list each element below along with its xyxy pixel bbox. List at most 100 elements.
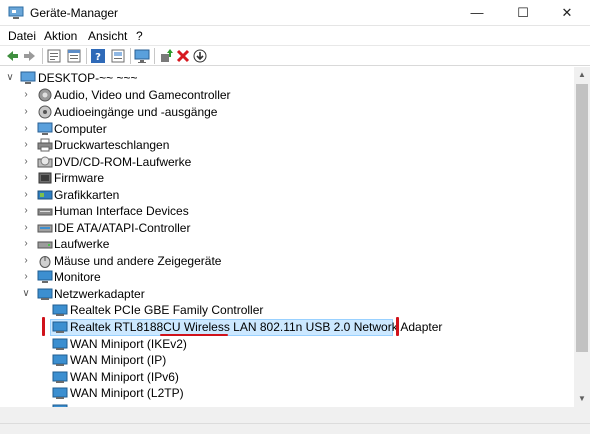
- network-adapter-icon: [37, 288, 53, 300]
- tree-category-network-adapters[interactable]: ∨ Netzwerkadapter: [0, 286, 574, 303]
- speaker-icon: [38, 88, 52, 102]
- tree-category-mice[interactable]: › Mäuse und andere Zeigegeräte: [0, 253, 574, 270]
- scroll-up-icon[interactable]: ▲: [574, 67, 590, 83]
- tree-item-label: WAN Miniport (IP): [70, 353, 167, 367]
- minimize-button[interactable]: —: [454, 0, 500, 26]
- expand-icon[interactable]: ›: [21, 171, 31, 185]
- scroll-corner: [574, 407, 590, 423]
- tree-category-label: Audio, Video und Gamecontroller: [54, 88, 231, 102]
- disk-drive-icon: [37, 241, 53, 249]
- expand-icon[interactable]: ›: [21, 254, 31, 268]
- tree-category-label: Computer: [54, 121, 107, 136]
- tree-category-label: DVD/CD-ROM-Laufwerke: [54, 154, 192, 169]
- scroll-down-icon[interactable]: ▼: [574, 391, 590, 407]
- network-adapter-icon: [52, 304, 68, 316]
- expand-icon[interactable]: ›: [21, 221, 31, 235]
- tree-category-audio-video[interactable]: › Audio, Video und Gamecontroller: [0, 87, 574, 104]
- tree-item-wan-ikev2[interactable]: WAN Miniport (IKEv2): [0, 336, 574, 353]
- vertical-scrollbar[interactable]: ▲ ▼: [574, 67, 590, 407]
- computer-icon: [20, 71, 36, 84]
- toolbar-separator: [154, 48, 155, 64]
- status-bar: [0, 423, 590, 434]
- tree-category-label: Laufwerke: [54, 237, 110, 251]
- tree-category-hid[interactable]: › Human Interface Devices: [0, 203, 574, 220]
- toolbar-separator: [86, 48, 87, 64]
- dvd-drive-icon: [37, 156, 53, 167]
- tree-category-label: Firmware: [54, 171, 104, 185]
- tree-category-print-queues[interactable]: › Druckwarteschlangen: [0, 137, 574, 154]
- expand-icon[interactable]: ›: [21, 138, 31, 152]
- expand-icon[interactable]: ›: [21, 270, 31, 284]
- tree-category-monitors[interactable]: › Monitore: [0, 269, 574, 286]
- expand-icon[interactable]: ›: [21, 188, 31, 202]
- menu-aktion[interactable]: Aktion: [44, 29, 77, 43]
- update-driver-icon[interactable]: [158, 48, 174, 64]
- list-view-icon[interactable]: [66, 48, 82, 64]
- expand-icon[interactable]: ›: [21, 204, 31, 218]
- tree-item-label: WAN Miniport (IKEv2): [70, 336, 187, 351]
- close-button[interactable]: ✕: [544, 0, 590, 26]
- tree-category-drives[interactable]: › Laufwerke: [0, 236, 574, 253]
- menu-help[interactable]: ?: [136, 29, 143, 43]
- annotation-bar-right: [396, 317, 399, 336]
- uninstall-icon[interactable]: [175, 48, 191, 64]
- network-adapter-icon: [52, 338, 68, 350]
- menu-ansicht[interactable]: Ansicht: [88, 29, 127, 43]
- network-adapter-icon: [52, 371, 68, 383]
- expand-icon[interactable]: ›: [21, 237, 31, 251]
- collapse-icon[interactable]: ∨: [21, 287, 31, 301]
- title-bar: Geräte-Manager — ☐ ✕: [0, 0, 590, 26]
- tree-category-firmware[interactable]: › Firmware: [0, 170, 574, 187]
- tree-category-label: Druckwarteschlangen: [54, 138, 170, 152]
- expand-icon[interactable]: ›: [21, 155, 31, 169]
- toolbar-separator: [42, 48, 43, 64]
- tree-root[interactable]: ∨ DESKTOP-~~ ~~~: [0, 70, 574, 87]
- tree-category-computer[interactable]: › Computer: [0, 121, 574, 138]
- scan-hardware-icon[interactable]: [192, 48, 208, 64]
- horizontal-scrollbar[interactable]: [0, 407, 574, 423]
- audio-io-icon: [38, 105, 52, 119]
- menu-bar: Datei Aktion Ansicht ?: [0, 26, 590, 46]
- annotation-bar-left: [42, 317, 45, 336]
- maximize-button[interactable]: ☐: [500, 0, 546, 26]
- scroll-thumb[interactable]: [576, 84, 588, 352]
- tree-item-label: Realtek PCIe GBE Family Controller: [70, 303, 264, 317]
- menu-datei[interactable]: Datei: [8, 29, 36, 43]
- computer-icon: [37, 122, 53, 135]
- tree-category-label: Monitore: [54, 270, 101, 284]
- tree-category-dvd[interactable]: › DVD/CD-ROM-Laufwerke: [0, 154, 574, 171]
- expand-icon[interactable]: ›: [21, 122, 31, 136]
- tree-item-wan-l2tp[interactable]: WAN Miniport (L2TP): [0, 385, 574, 402]
- firmware-icon: [38, 172, 52, 184]
- back-icon[interactable]: [4, 48, 20, 64]
- network-adapter-icon: [52, 321, 68, 333]
- tree-root-label: DESKTOP-~~ ~~~: [38, 71, 138, 85]
- tree-item-wan-ipv6[interactable]: WAN Miniport (IPv6): [0, 369, 574, 386]
- properties-icon[interactable]: [110, 48, 126, 64]
- collapse-icon[interactable]: ∨: [5, 71, 15, 85]
- ide-controller-icon: [37, 224, 53, 232]
- tree-category-label: Audioeingänge und -ausgänge: [54, 105, 218, 119]
- toolbar: ?: [0, 46, 590, 66]
- tree-category-graphics[interactable]: › Grafikkarten: [0, 187, 574, 204]
- properties-view-icon[interactable]: [46, 48, 62, 64]
- expand-icon[interactable]: ›: [21, 105, 31, 119]
- hid-icon: [37, 208, 53, 216]
- toolbar-separator: [130, 48, 131, 64]
- help-icon[interactable]: ?: [90, 48, 106, 64]
- tree-item-label: WAN Miniport (L2TP): [70, 386, 184, 400]
- tree-category-audio-io[interactable]: › Audioeingänge und -ausgänge: [0, 104, 574, 121]
- device-tree: ∨ DESKTOP-~~ ~~~ › Audio, Video und Game…: [0, 67, 574, 407]
- tree-item-wan-ip[interactable]: WAN Miniport (IP): [0, 352, 574, 369]
- svg-text:?: ?: [95, 52, 101, 63]
- forward-icon[interactable]: [22, 48, 38, 64]
- tree-item-realtek-wireless[interactable]: Realtek RTL8188CU Wireless LAN 802.11n U…: [0, 319, 574, 336]
- expand-icon[interactable]: ›: [21, 88, 31, 102]
- mouse-icon: [39, 255, 51, 268]
- tree-item-realtek-pcie[interactable]: Realtek PCIe GBE Family Controller: [0, 302, 574, 319]
- tree-category-ide[interactable]: › IDE ATA/ATAPI-Controller: [0, 220, 574, 237]
- annotation-underline: [160, 334, 228, 336]
- monitor-icon[interactable]: [134, 48, 150, 64]
- tree-category-label: IDE ATA/ATAPI-Controller: [54, 220, 191, 235]
- tree-category-label: Mäuse und andere Zeigegeräte: [54, 253, 222, 268]
